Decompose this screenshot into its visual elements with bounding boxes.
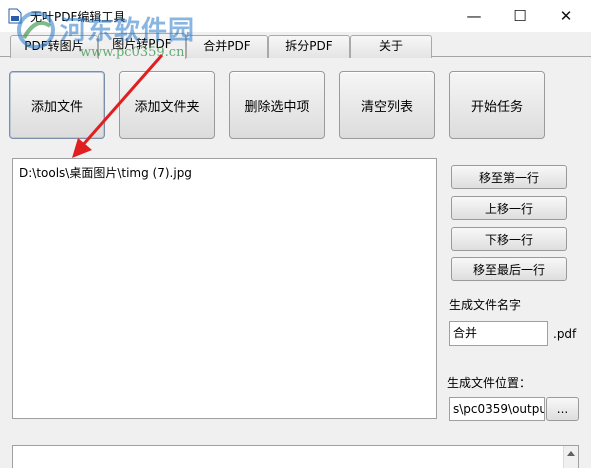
list-item[interactable]: D:\tools\桌面图片\timg (7).jpg <box>19 164 192 181</box>
move-first-button[interactable]: 移至第一行 <box>451 165 567 189</box>
move-up-button[interactable]: 上移一行 <box>451 196 567 220</box>
add-folder-button[interactable]: 添加文件夹 <box>119 71 215 139</box>
output-location-input[interactable]: s\pc0359\output <box>449 397 545 421</box>
browse-button[interactable]: ... <box>546 397 579 421</box>
start-task-button[interactable]: 开始任务 <box>449 71 545 139</box>
output-name-input[interactable]: 合并 <box>449 321 548 346</box>
output-name-label: 生成文件名字 <box>449 298 522 312</box>
move-last-button[interactable]: 移至最后一行 <box>451 257 567 281</box>
add-file-button[interactable]: 添加文件 <box>9 71 105 139</box>
watermark-site-url: www.pc0359.cn <box>80 45 185 60</box>
maximize-button[interactable]: ☐ <box>497 0 543 32</box>
maximize-icon: ☐ <box>513 7 527 25</box>
minimize-icon: — <box>466 7 482 25</box>
minimize-button[interactable]: — <box>451 0 497 32</box>
log-scrollbar[interactable] <box>563 446 578 468</box>
clear-list-button[interactable]: 清空列表 <box>339 71 435 139</box>
watermark-site-name: 河东软件园 <box>60 16 196 46</box>
tab-about[interactable]: 关于 <box>350 35 432 58</box>
log-textarea[interactable] <box>12 445 579 468</box>
close-button[interactable]: ✕ <box>543 0 589 32</box>
close-icon: ✕ <box>559 7 573 25</box>
output-extension-label: .pdf <box>553 327 577 341</box>
move-down-button[interactable]: 下移一行 <box>451 227 567 251</box>
output-location-label: 生成文件位置： <box>447 376 532 390</box>
scroll-up-arrow-icon[interactable] <box>567 451 575 456</box>
file-list[interactable]: D:\tools\桌面图片\timg (7).jpg <box>12 158 437 419</box>
tab-merge-pdf[interactable]: 合并PDF <box>186 35 268 58</box>
delete-selected-button[interactable]: 删除选中项 <box>229 71 325 139</box>
watermark-logo-icon <box>17 11 55 49</box>
tab-split-pdf[interactable]: 拆分PDF <box>268 35 350 58</box>
